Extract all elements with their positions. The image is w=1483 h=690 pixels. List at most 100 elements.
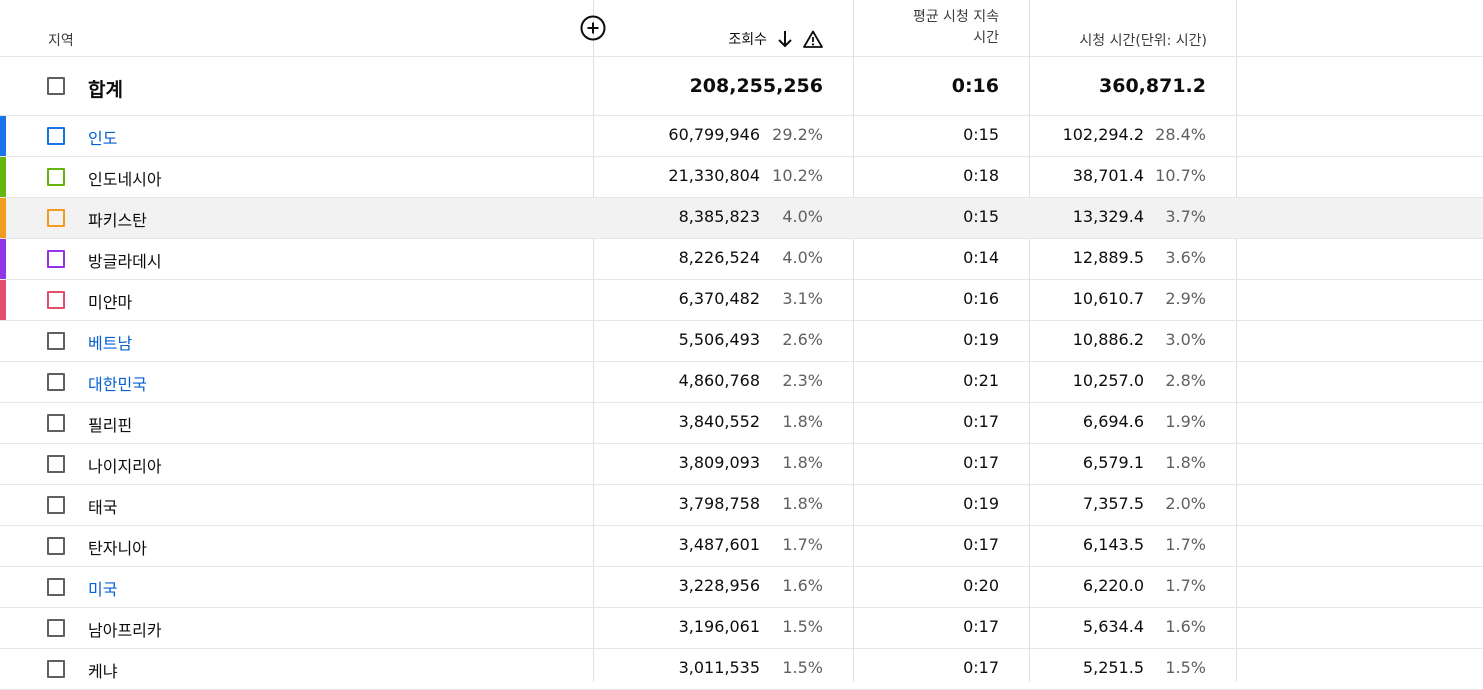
watch-time-percent: 3.6% xyxy=(1165,248,1206,267)
row-checkbox[interactable] xyxy=(47,168,65,186)
avg-duration-value: 0:20 xyxy=(963,576,999,595)
region-name: 탄자니아 xyxy=(88,539,147,558)
table-row[interactable]: 나이지리아 3,809,093 1.8% 0:17 6,579.1 1.8% xyxy=(0,444,1483,484)
avg-duration-value: 0:17 xyxy=(963,453,999,472)
views-percent: 1.6% xyxy=(782,576,823,595)
avg-duration-value: 0:15 xyxy=(963,125,999,144)
table-row[interactable]: 태국 3,798,758 1.8% 0:19 7,357.5 2.0% xyxy=(0,485,1483,525)
table-row[interactable]: 남아프리카 3,196,061 1.5% 0:17 5,634.4 1.6% xyxy=(0,608,1483,648)
row-checkbox[interactable] xyxy=(47,414,65,432)
watch-time-value: 10,886.2 xyxy=(1072,330,1144,349)
watch-time-value: 12,889.5 xyxy=(1072,248,1144,267)
watch-time-value: 5,634.4 xyxy=(1082,617,1144,636)
row-checkbox[interactable] xyxy=(47,250,65,268)
views-percent: 2.6% xyxy=(782,330,823,349)
total-checkbox[interactable] xyxy=(47,77,65,95)
table-row[interactable]: 미국 3,228,956 1.6% 0:20 6,220.0 1.7% xyxy=(0,567,1483,607)
table-row[interactable]: 인도 60,799,946 29.2% 0:15 102,294.2 28.4% xyxy=(0,116,1483,156)
region-name: 태국 xyxy=(88,498,118,517)
views-percent: 2.3% xyxy=(782,371,823,390)
row-checkbox[interactable] xyxy=(47,455,65,473)
row-checkbox[interactable] xyxy=(47,619,65,637)
watch-time-percent: 10.7% xyxy=(1155,166,1206,185)
watch-time-value: 10,257.0 xyxy=(1072,371,1144,390)
avg-duration-value: 0:16 xyxy=(963,289,999,308)
avg-duration-value: 0:19 xyxy=(963,494,999,513)
table-row[interactable]: 미얀마 6,370,482 3.1% 0:16 10,610.7 2.9% xyxy=(0,280,1483,320)
series-color-stripe xyxy=(0,280,6,320)
watch-time-value: 102,294.2 xyxy=(1062,125,1144,144)
views-value: 3,487,601 xyxy=(678,535,760,554)
column-header-views[interactable]: 조회수 xyxy=(728,29,823,49)
table-row[interactable]: 탄자니아 3,487,601 1.7% 0:17 6,143.5 1.7% xyxy=(0,526,1483,566)
table-row[interactable]: 방글라데시 8,226,524 4.0% 0:14 12,889.5 3.6% xyxy=(0,239,1483,279)
avg-duration-value: 0:17 xyxy=(963,412,999,431)
row-checkbox[interactable] xyxy=(47,332,65,350)
region-name: 케냐 xyxy=(88,662,118,681)
column-header-avg-duration[interactable]: 평균 시청 지속 시간 xyxy=(829,7,999,49)
watch-time-value: 6,220.0 xyxy=(1082,576,1144,595)
total-avg-duration: 0:16 xyxy=(951,75,999,97)
row-checkbox[interactable] xyxy=(47,537,65,555)
region-name[interactable]: 베트남 xyxy=(88,330,132,354)
table-row[interactable]: 필리핀 3,840,552 1.8% 0:17 6,694.6 1.9% xyxy=(0,403,1483,443)
avg-duration-value: 0:17 xyxy=(963,535,999,554)
watch-time-percent: 1.7% xyxy=(1165,535,1206,554)
watch-time-percent: 1.7% xyxy=(1165,576,1206,595)
watch-time-percent: 1.8% xyxy=(1165,453,1206,472)
avg-duration-value: 0:15 xyxy=(963,207,999,226)
avg-duration-value: 0:21 xyxy=(963,371,999,390)
views-value: 3,798,758 xyxy=(678,494,760,513)
row-checkbox[interactable] xyxy=(47,578,65,596)
views-value: 6,370,482 xyxy=(678,289,760,308)
watch-time-value: 6,579.1 xyxy=(1082,453,1144,472)
avg-duration-value: 0:18 xyxy=(963,166,999,185)
total-views: 208,255,256 xyxy=(689,75,823,97)
column-header-watch-time[interactable]: 시청 시간(단위: 시간) xyxy=(1079,30,1207,50)
views-value: 5,506,493 xyxy=(678,330,760,349)
arrow-down-icon xyxy=(778,31,792,48)
region-name[interactable]: 대한민국 xyxy=(88,371,147,395)
column-header-avg-line2: 시간 xyxy=(973,30,999,46)
region-name: 파키스탄 xyxy=(88,211,147,230)
table-row[interactable]: 대한민국 4,860,768 2.3% 0:21 10,257.0 2.8% xyxy=(0,362,1483,402)
avg-duration-value: 0:19 xyxy=(963,330,999,349)
column-header-region[interactable]: 지역 xyxy=(48,30,74,50)
watch-time-percent: 28.4% xyxy=(1155,125,1206,144)
watch-time-percent: 3.7% xyxy=(1165,207,1206,226)
table-row[interactable]: 파키스탄 8,385,823 4.0% 0:15 13,329.4 3.7% xyxy=(0,198,1483,238)
views-value: 3,809,093 xyxy=(678,453,760,472)
add-column-button[interactable] xyxy=(580,15,606,41)
row-checkbox[interactable] xyxy=(47,127,65,145)
row-checkbox[interactable] xyxy=(47,373,65,391)
warning-icon[interactable] xyxy=(803,30,823,48)
series-color-stripe xyxy=(0,198,6,238)
region-name: 필리핀 xyxy=(88,416,133,435)
views-percent: 1.5% xyxy=(782,658,823,677)
region-name[interactable]: 미국 xyxy=(88,576,117,600)
watch-time-percent: 3.0% xyxy=(1165,330,1206,349)
watch-time-value: 38,701.4 xyxy=(1072,166,1144,185)
avg-duration-value: 0:17 xyxy=(963,658,999,677)
watch-time-value: 5,251.5 xyxy=(1082,658,1144,677)
table-row[interactable]: 인도네시아 21,330,804 10.2% 0:18 38,701.4 10.7% xyxy=(0,157,1483,197)
region-name: 나이지리아 xyxy=(88,457,162,476)
row-checkbox[interactable] xyxy=(47,209,65,227)
table-row[interactable]: 케냐 3,011,535 1.5% 0:17 5,251.5 1.5% xyxy=(0,649,1483,689)
views-percent: 1.5% xyxy=(782,617,823,636)
views-value: 3,228,956 xyxy=(678,576,760,595)
table-row[interactable]: 베트남 5,506,493 2.6% 0:19 10,886.2 3.0% xyxy=(0,321,1483,361)
row-checkbox[interactable] xyxy=(47,291,65,309)
avg-duration-value: 0:17 xyxy=(963,617,999,636)
views-value: 21,330,804 xyxy=(668,166,760,185)
watch-time-percent: 2.8% xyxy=(1165,371,1206,390)
row-checkbox[interactable] xyxy=(47,496,65,514)
views-value: 8,226,524 xyxy=(678,248,760,267)
watch-time-value: 6,694.6 xyxy=(1082,412,1144,431)
watch-time-value: 7,357.5 xyxy=(1082,494,1144,513)
views-percent: 4.0% xyxy=(782,207,823,226)
series-color-stripe xyxy=(0,116,6,156)
region-name[interactable]: 인도 xyxy=(88,125,117,149)
region-name: 남아프리카 xyxy=(88,621,162,640)
row-checkbox[interactable] xyxy=(47,660,65,678)
